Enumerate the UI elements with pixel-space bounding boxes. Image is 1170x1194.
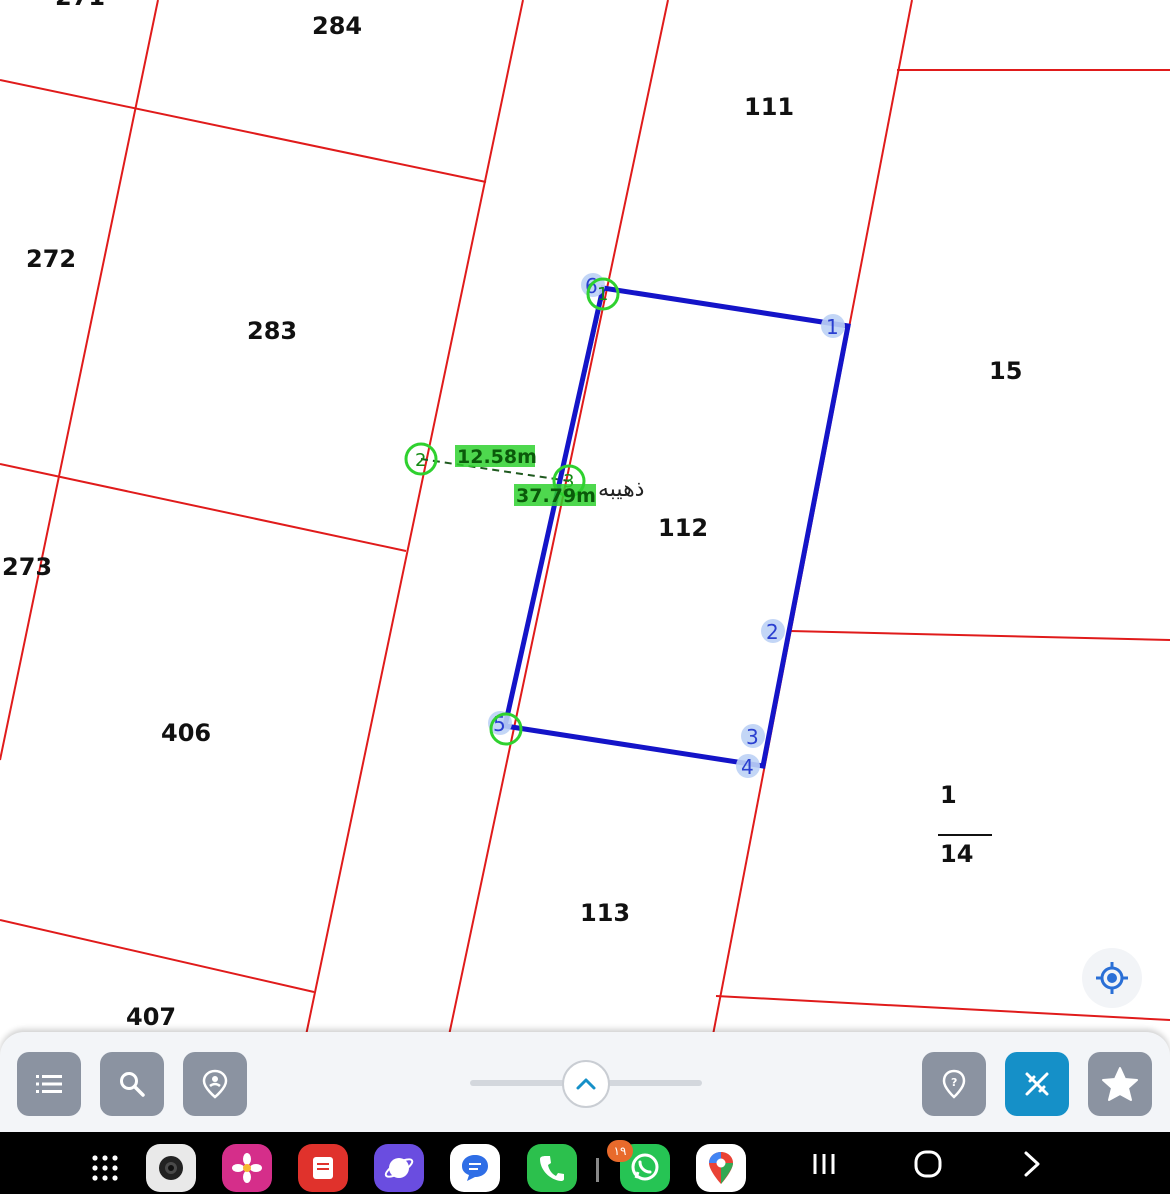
taskbar-divider xyxy=(596,1158,599,1182)
svg-text:?: ? xyxy=(951,1076,957,1089)
parcel-label-271: 271 xyxy=(55,0,105,11)
locate-me-button[interactable] xyxy=(1082,948,1142,1008)
measure-tool-button[interactable] xyxy=(1005,1052,1069,1116)
star-icon xyxy=(1102,1067,1138,1101)
parcel-label-407: 407 xyxy=(126,1003,176,1031)
measure-point-label-2: 2 xyxy=(415,450,426,471)
messages-app[interactable] xyxy=(450,1144,500,1192)
place-pin-icon xyxy=(202,1069,228,1099)
maps-app[interactable] xyxy=(696,1144,746,1192)
cadastral-map[interactable]: 6 1 2 3 4 5 1 2 3 12.58m 37.79m ذهيبه 27… xyxy=(0,0,1170,1040)
marker-icon: ? xyxy=(942,1069,966,1099)
parcel-label-113: 113 xyxy=(580,899,630,927)
phone-handset-icon xyxy=(540,1156,564,1181)
parcel-fraction-numerator: 1 xyxy=(940,781,957,809)
place-button[interactable] xyxy=(183,1052,247,1116)
home-icon xyxy=(914,1150,942,1178)
parcel-label-273: 273 xyxy=(2,553,52,581)
parcel-fraction-denominator: 14 xyxy=(940,840,973,868)
recents-button[interactable] xyxy=(804,1146,844,1182)
ruler-pencil-icon xyxy=(1025,1072,1049,1096)
whatsapp-icon xyxy=(631,1153,659,1181)
recents-icon xyxy=(813,1154,835,1174)
phone-app[interactable] xyxy=(527,1144,577,1192)
measure-point-markers[interactable]: 1 2 3 xyxy=(404,277,620,746)
favorites-button[interactable] xyxy=(1088,1052,1152,1116)
app-grid-icon xyxy=(92,1155,118,1181)
marker-button[interactable]: ? xyxy=(922,1052,986,1116)
list-icon xyxy=(36,1075,62,1093)
vertex-label-4: 4 xyxy=(741,755,754,779)
chevron-up-icon xyxy=(576,1078,596,1090)
gallery-flower-icon xyxy=(232,1153,262,1183)
parcel-boundaries xyxy=(0,0,1170,1040)
measurement-label-1: 12.58m xyxy=(457,446,537,468)
search-icon xyxy=(120,1072,145,1097)
parcel-label-15: 15 xyxy=(989,357,1022,385)
app-grid-button[interactable] xyxy=(80,1144,130,1192)
camera-icon xyxy=(159,1156,183,1180)
whatsapp-notification-badge: ۱۹ xyxy=(607,1140,633,1162)
parcel-label-112: 112 xyxy=(658,514,708,542)
notes-icon xyxy=(313,1157,333,1179)
street-name-label: ذهيبه xyxy=(598,477,644,502)
system-taskbar xyxy=(0,1132,1170,1194)
parcel-label-111: 111 xyxy=(744,93,794,121)
bottom-toolbar: ? xyxy=(0,1032,1170,1132)
back-icon xyxy=(1024,1151,1040,1177)
vertex-label-1: 1 xyxy=(826,315,839,339)
parcel-label-272: 272 xyxy=(26,245,76,273)
measure-point-label-1: 1 xyxy=(597,284,608,305)
parcel-label-283: 283 xyxy=(247,317,297,345)
browser-planet-icon xyxy=(384,1158,414,1178)
browser-app[interactable] xyxy=(374,1144,424,1192)
vertex-label-3: 3 xyxy=(746,725,759,749)
parcel-label-406: 406 xyxy=(161,719,211,747)
vertex-label-2: 2 xyxy=(766,620,779,644)
notes-app[interactable] xyxy=(298,1144,348,1192)
measurement-label-2: 37.79m xyxy=(516,485,596,507)
search-button[interactable] xyxy=(100,1052,164,1116)
crosshair-icon xyxy=(1096,962,1128,994)
messages-bubble-icon xyxy=(462,1155,488,1181)
back-button[interactable] xyxy=(1012,1146,1052,1182)
expand-sheet-handle[interactable] xyxy=(562,1060,610,1108)
maps-pin-icon xyxy=(709,1152,733,1184)
gallery-app[interactable] xyxy=(222,1144,272,1192)
parcel-label-284: 284 xyxy=(312,12,362,40)
list-button[interactable] xyxy=(17,1052,81,1116)
camera-app[interactable] xyxy=(146,1144,196,1192)
home-button[interactable] xyxy=(908,1146,948,1182)
